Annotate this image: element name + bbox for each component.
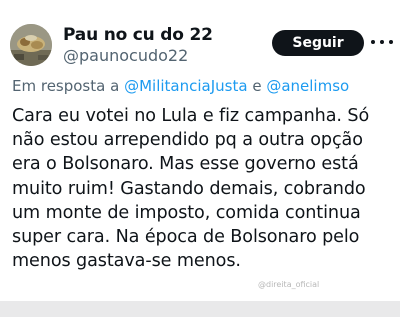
tweet-card: Pau no cu do 22 @paunocudo22 Seguir Em r…: [0, 0, 400, 301]
more-horizontal-icon[interactable]: [371, 36, 393, 48]
reply-prefix: Em resposta a: [12, 77, 120, 95]
follow-button[interactable]: Seguir: [272, 30, 364, 56]
tweet-line: super cara. Na época de Bolsonaro pelo: [12, 227, 360, 248]
avatar[interactable]: [10, 24, 52, 66]
reply-context: Em resposta a @MilitanciaJusta e @anelim…: [12, 77, 349, 95]
tweet-line: muito ruim! Gastando demais, cobrando: [12, 178, 366, 199]
avatar-image: [10, 24, 52, 66]
tweet-header: Pau no cu do 22 @paunocudo22 Seguir: [0, 0, 400, 70]
dot: [389, 40, 393, 44]
tweet-text: Cara eu votei no Lula e fiz campanha. Só…: [12, 104, 396, 273]
reply-conjunction: e: [252, 77, 262, 95]
tweet-line: não estou arrependido pq a outra opção: [12, 130, 363, 151]
tweet-line: um monte de imposto, comida continua: [12, 202, 361, 223]
tweet-line: era o Bolsonaro. Mas esse governo está: [12, 154, 359, 175]
tweet-line: Cara eu votei no Lula e fiz campanha. Só: [12, 106, 370, 126]
dot: [371, 40, 375, 44]
user-handle[interactable]: @paunocudo22: [63, 46, 188, 65]
mention-link[interactable]: @MilitanciaJusta: [124, 77, 247, 95]
dot: [380, 40, 384, 44]
mention-link[interactable]: @anelimso: [266, 77, 349, 95]
tweet-line: menos gastava-se menos.: [12, 251, 241, 272]
watermark: @direita_oficial: [258, 280, 320, 289]
display-name[interactable]: Pau no cu do 22: [63, 25, 213, 45]
